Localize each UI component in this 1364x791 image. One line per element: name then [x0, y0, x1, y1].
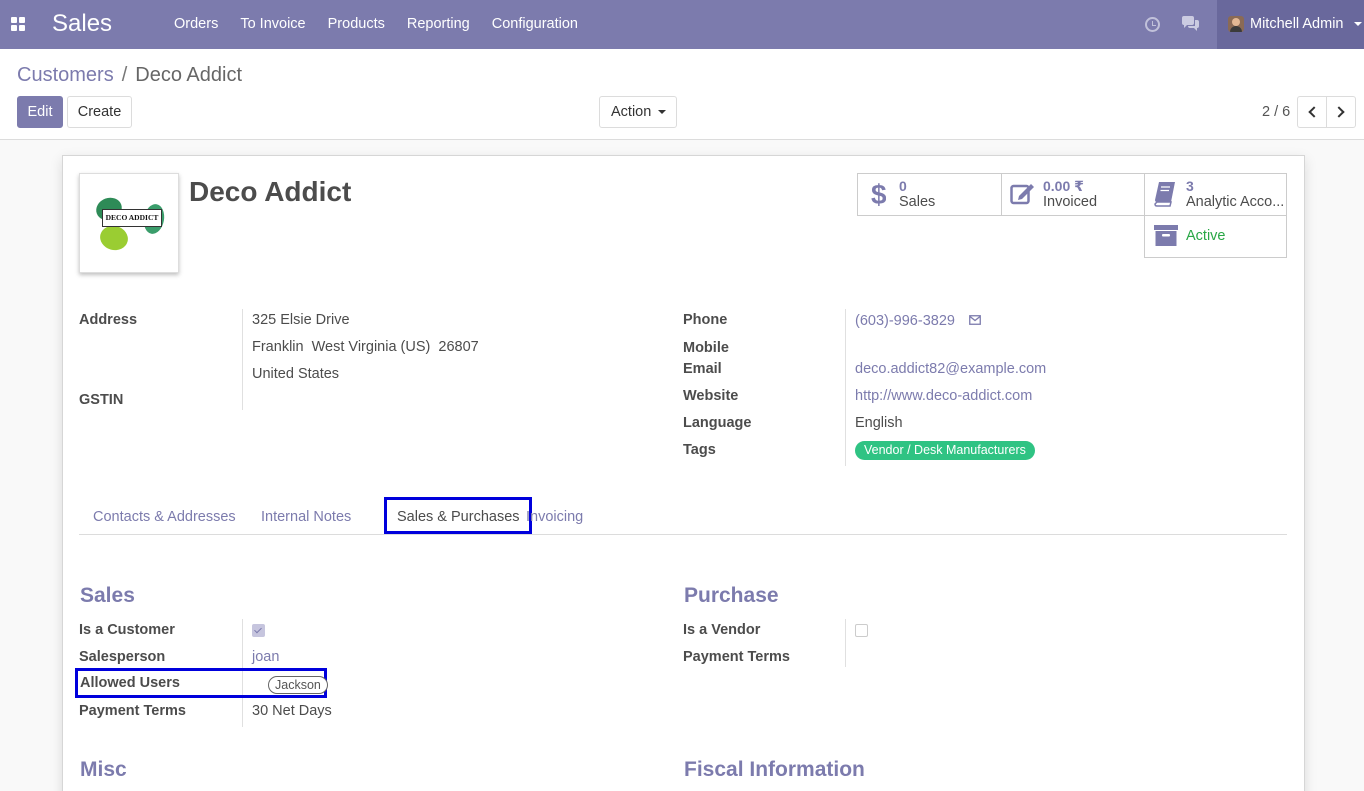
phone-label: Phone	[683, 312, 728, 328]
invoiced-stat-button[interactable]: 0.00 ₹ Invoiced	[1001, 173, 1145, 216]
leaf-decoration	[97, 222, 131, 254]
address-label: Address	[79, 312, 138, 328]
analytic-accounts-stat-button[interactable]: 3 Analytic Acco...	[1144, 173, 1287, 216]
language-value: English	[855, 415, 903, 431]
tab-invoicing[interactable]: Invoicing	[526, 509, 583, 525]
partner-name: Deco Addict	[189, 176, 352, 207]
book-icon	[1154, 182, 1175, 207]
is-vendor-label: Is a Vendor	[683, 622, 761, 638]
caret-down-icon	[1354, 22, 1362, 26]
main-menu: Orders To Invoice Products Reporting Con…	[163, 0, 589, 49]
logo-text: DECO ADDICT	[102, 209, 162, 227]
purchase-payment-terms-label: Payment Terms	[683, 649, 790, 665]
breadcrumb-current: Deco Addict	[135, 64, 242, 86]
tab-internal-notes[interactable]: Internal Notes	[261, 509, 351, 525]
allowed-users-label: Allowed Users	[80, 675, 180, 691]
menu-orders[interactable]: Orders	[163, 0, 229, 49]
breadcrumb: Customers / Deco Addict	[17, 64, 242, 87]
menu-reporting[interactable]: Reporting	[396, 0, 481, 49]
top-navbar: Sales Orders To Invoice Products Reporti…	[0, 0, 1364, 49]
tags-label: Tags	[683, 442, 716, 458]
pager-next-button[interactable]	[1326, 96, 1356, 128]
email-value[interactable]: deco.addict82@example.com	[855, 361, 1046, 377]
active-label: Active	[1186, 228, 1226, 244]
salesperson-value[interactable]: joan	[252, 649, 279, 665]
field-divider	[845, 619, 846, 667]
fiscal-section-title: Fiscal Information	[684, 758, 865, 781]
chevron-right-icon	[1333, 106, 1345, 118]
address-line-2: Franklin West Virginia (US) 26807	[252, 339, 479, 355]
breadcrumb-customers[interactable]: Customers	[17, 64, 114, 87]
address-line-1: 325 Elsie Drive	[252, 312, 350, 328]
create-button[interactable]: Create	[67, 96, 132, 128]
chat-icon[interactable]	[1181, 16, 1200, 32]
email-label: Email	[683, 361, 722, 377]
user-avatar	[1228, 16, 1244, 32]
dollar-icon: $	[871, 180, 886, 208]
pager-value: 2 / 6	[1262, 104, 1291, 120]
clock-icon[interactable]	[1145, 17, 1160, 32]
tab-contacts-addresses[interactable]: Contacts & Addresses	[93, 509, 236, 525]
archive-icon	[1154, 225, 1178, 246]
breadcrumb-separator: /	[121, 64, 128, 86]
tag-badge[interactable]: Vendor / Desk Manufacturers	[855, 441, 1035, 460]
action-label: Action	[611, 104, 652, 120]
language-label: Language	[683, 415, 752, 431]
misc-section-title: Misc	[80, 758, 127, 781]
app-brand[interactable]: Sales	[52, 10, 112, 38]
control-panel: Customers / Deco Addict Edit Create Acti…	[0, 49, 1364, 140]
pager-previous-button[interactable]	[1297, 96, 1327, 128]
tab-sales-purchases-label: Sales & Purchases	[397, 509, 520, 525]
gstin-label: GSTIN	[79, 392, 124, 408]
allowed-users-highlight: Allowed Users Jackson	[75, 668, 328, 698]
user-name: Mitchell Admin	[1250, 16, 1344, 32]
payment-terms-label: Payment Terms	[79, 703, 186, 719]
is-vendor-checkbox[interactable]	[855, 624, 868, 637]
invoiced-label: Invoiced	[1043, 194, 1098, 210]
phone-value[interactable]: (603)-996-3829	[855, 313, 955, 329]
sales-count: 0	[899, 178, 907, 194]
address-line-3: United States	[252, 366, 340, 382]
tab-sales-purchases[interactable]: Sales & Purchases	[384, 497, 532, 534]
envelope-icon[interactable]	[969, 315, 981, 325]
menu-products[interactable]: Products	[317, 0, 396, 49]
website-value[interactable]: http://www.deco-addict.com	[855, 388, 1032, 404]
active-toggle-button[interactable]: Active	[1144, 215, 1287, 258]
svg-text:$: $	[871, 180, 886, 208]
form-sheet: DECO ADDICT Deco Addict $ 0 Sales 0.00 ₹…	[62, 155, 1305, 791]
analytic-label: Analytic Acco...	[1186, 194, 1285, 210]
mobile-label: Mobile	[683, 340, 729, 356]
user-menu[interactable]: Mitchell Admin	[1217, 0, 1364, 49]
sales-section-title: Sales	[80, 584, 135, 607]
is-customer-checkbox[interactable]	[252, 624, 265, 637]
notebook-tabs: Contacts & Addresses Internal Notes Sale…	[79, 497, 1287, 535]
salesperson-label: Salesperson	[79, 649, 166, 665]
is-customer-label: Is a Customer	[79, 622, 175, 638]
partner-logo[interactable]: DECO ADDICT	[79, 173, 179, 273]
menu-to-invoice[interactable]: To Invoice	[229, 0, 316, 49]
purchase-section-title: Purchase	[684, 584, 779, 607]
payment-terms-value[interactable]: 30 Net Days	[252, 703, 332, 719]
field-divider	[242, 309, 243, 410]
edit-button[interactable]: Edit	[17, 96, 63, 128]
field-divider	[845, 309, 846, 466]
edit-invoice-icon	[1010, 184, 1034, 205]
sales-stat-button[interactable]: $ 0 Sales	[857, 173, 1002, 216]
sales-label: Sales	[899, 194, 936, 210]
allowed-user-tag[interactable]: Jackson	[268, 676, 328, 694]
menu-configuration[interactable]: Configuration	[481, 0, 589, 49]
action-dropdown[interactable]: Action	[599, 96, 677, 128]
website-label: Website	[683, 388, 739, 404]
apps-icon[interactable]	[11, 17, 25, 31]
chevron-left-icon	[1308, 106, 1320, 118]
analytic-count: 3	[1186, 178, 1194, 194]
caret-down-icon	[658, 110, 667, 115]
invoiced-amount: 0.00 ₹	[1043, 178, 1084, 194]
